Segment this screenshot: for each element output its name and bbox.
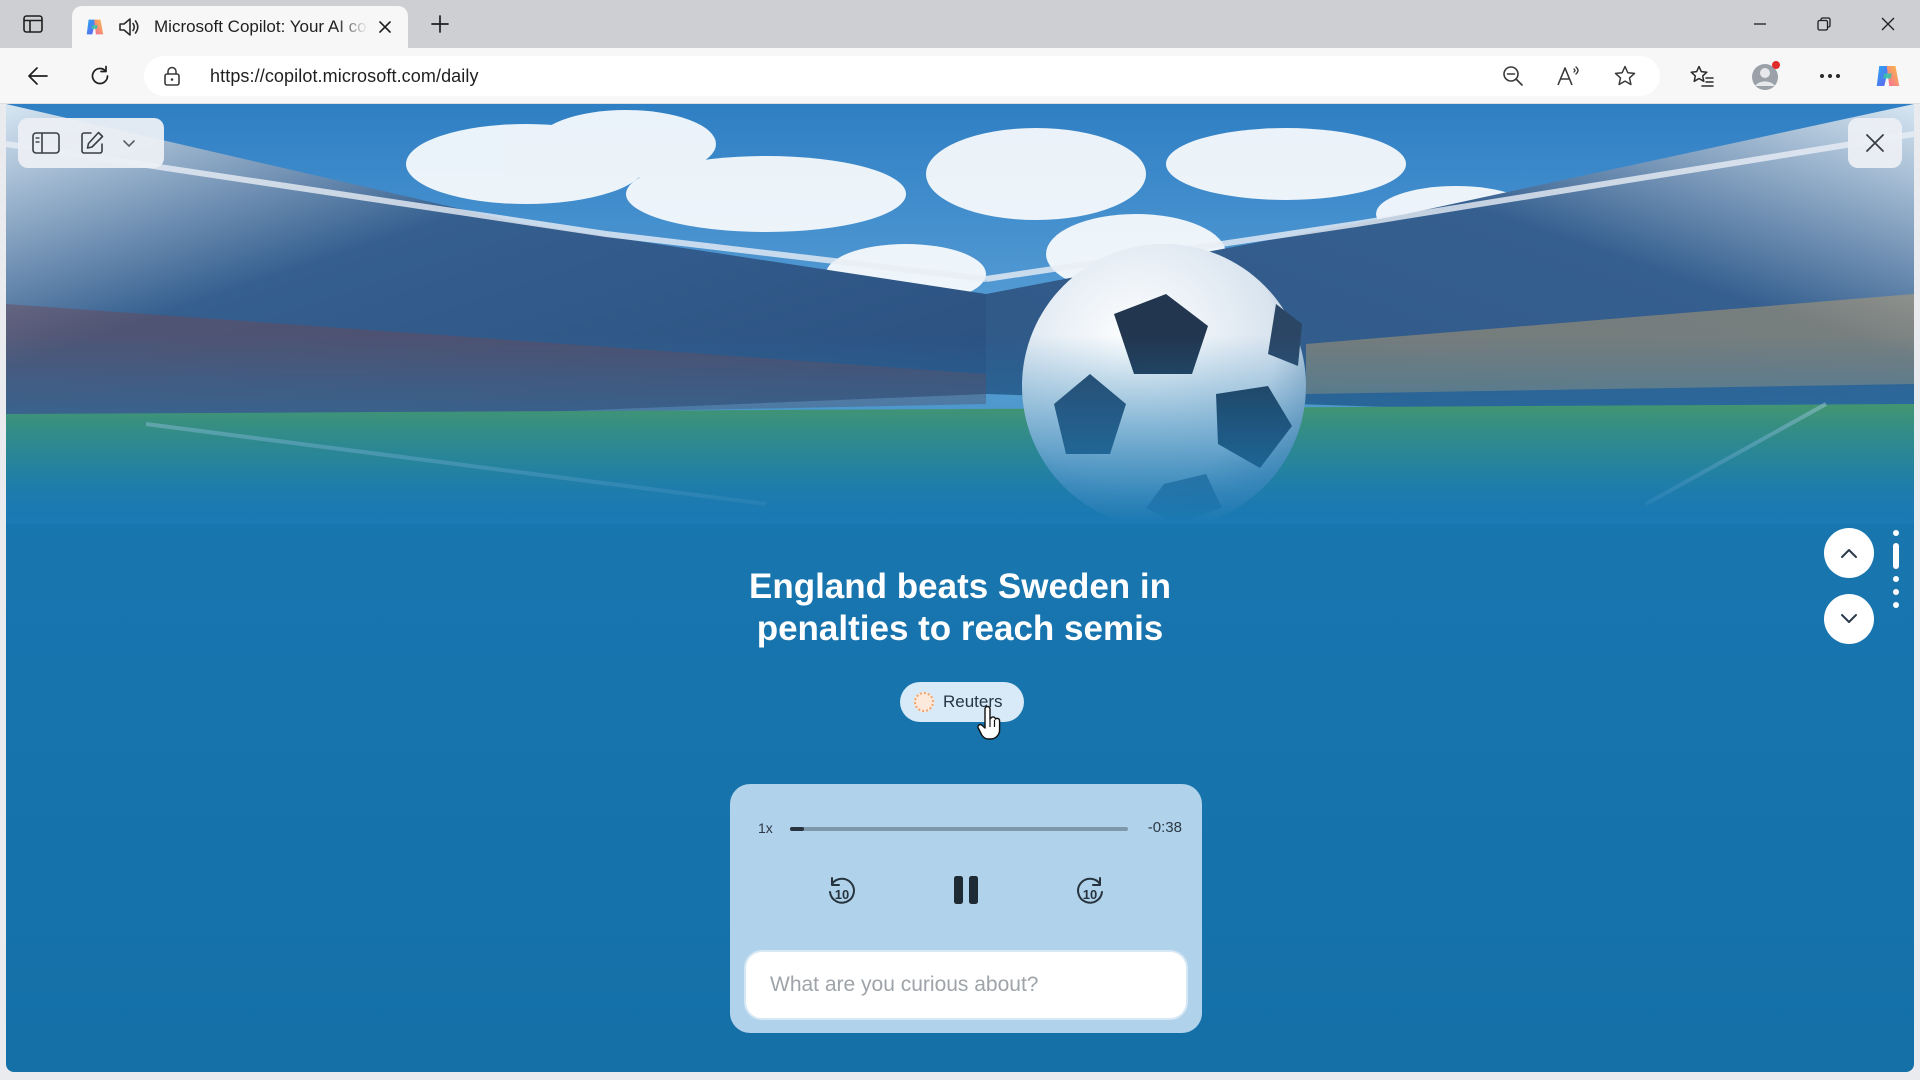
favorites-icon — [1690, 65, 1714, 87]
restore-icon — [1817, 17, 1831, 31]
story-progress-dots — [1892, 530, 1900, 615]
tab-close-button[interactable] — [372, 14, 398, 40]
page-tools — [18, 118, 164, 168]
story-dot-active[interactable] — [1893, 543, 1899, 569]
sidebar-toggle-button[interactable] — [26, 125, 66, 161]
zoom-out-icon — [1503, 66, 1523, 86]
back-button[interactable] — [18, 58, 58, 94]
tab-actions-icon — [23, 15, 43, 33]
close-icon — [1881, 17, 1895, 31]
window-close-button[interactable] — [1856, 0, 1920, 48]
new-tab-button[interactable] — [422, 8, 458, 40]
previous-story-button[interactable] — [1824, 528, 1874, 578]
close-daily-button[interactable] — [1848, 118, 1902, 168]
close-icon — [379, 21, 391, 33]
reuters-logo — [914, 692, 934, 712]
rewind-10-icon: 10 — [829, 877, 855, 904]
story-dot[interactable] — [1893, 602, 1899, 608]
read-aloud-icon — [1557, 66, 1579, 86]
forward-10-label: 10 — [1083, 887, 1097, 902]
progress-bar-fill — [790, 827, 804, 831]
minimize-icon — [1754, 23, 1766, 25]
hand-cursor-icon — [977, 705, 1001, 740]
back-arrow-icon — [28, 67, 48, 85]
refresh-button[interactable] — [80, 58, 120, 94]
browser-title-bar: Microsoft Copilot: Your AI companion — [0, 0, 1920, 48]
profile-icon — [1752, 61, 1780, 90]
forward-10-icon: 10 — [1077, 877, 1103, 904]
copilot-icon — [1876, 66, 1900, 86]
more-button[interactable] — [1810, 58, 1850, 94]
profile-button[interactable] — [1746, 58, 1786, 94]
favorites-button[interactable] — [1682, 58, 1722, 94]
restore-button[interactable] — [1792, 0, 1856, 48]
progress-bar[interactable] — [790, 827, 1128, 831]
tab-audio-button[interactable] — [116, 14, 142, 40]
new-chat-button[interactable] — [72, 125, 112, 161]
story-headline: England beats Sweden in penalties to rea… — [560, 566, 1360, 650]
story-dot[interactable] — [1893, 589, 1899, 595]
rewind-10-label: 10 — [835, 887, 849, 902]
tab-title: Microsoft Copilot: Your AI companion — [154, 17, 368, 36]
chevron-down-icon — [1841, 614, 1857, 623]
playback-speed-button[interactable]: 1x — [758, 820, 773, 836]
add-favorite-button[interactable] — [1610, 62, 1640, 90]
chevron-down-icon — [123, 140, 135, 147]
site-info-button[interactable] — [160, 64, 184, 88]
compose-icon — [81, 131, 104, 154]
active-tab[interactable]: Microsoft Copilot: Your AI companion — [72, 6, 408, 48]
time-remaining: -0:38 — [1147, 819, 1182, 836]
ask-input[interactable] — [746, 952, 1186, 1018]
copilot-button[interactable] — [1868, 58, 1908, 94]
refresh-icon — [91, 65, 109, 85]
star-icon — [1614, 65, 1636, 86]
chevron-up-icon — [1841, 549, 1857, 558]
window-bottom-edge — [0, 1072, 1920, 1080]
address-bar[interactable]: https://copilot.microsoft.com/daily — [144, 56, 1660, 96]
rewind-10-button[interactable]: 10 — [818, 866, 866, 914]
minimize-button[interactable] — [1728, 0, 1792, 48]
more-icon — [1820, 74, 1840, 78]
story-headline-line2: penalties to reach semis — [756, 609, 1164, 648]
browser-toolbar: https://copilot.microsoft.com/daily — [0, 48, 1920, 104]
tab-actions-button[interactable] — [14, 8, 52, 40]
zoom-button[interactable] — [1498, 62, 1528, 90]
story-dot[interactable] — [1893, 576, 1899, 582]
lock-icon — [164, 66, 180, 86]
story-dot[interactable] — [1893, 530, 1899, 536]
new-chat-menu-button[interactable] — [118, 125, 140, 161]
pause-icon — [954, 876, 978, 904]
read-aloud-button[interactable] — [1554, 62, 1584, 90]
forward-10-button[interactable]: 10 — [1066, 866, 1114, 914]
source-link[interactable]: Reuters — [900, 682, 1024, 722]
story-hero-image — [6, 104, 1914, 524]
plus-icon — [431, 15, 449, 33]
url-text: https://copilot.microsoft.com/daily — [210, 66, 479, 86]
next-story-button[interactable] — [1824, 594, 1874, 644]
story-headline-line1: England beats Sweden in — [748, 567, 1172, 606]
audio-player: 1x -0:38 10 10 — [730, 784, 1202, 1033]
copilot-icon — [86, 19, 104, 35]
speaker-icon — [119, 18, 139, 36]
pause-button[interactable] — [942, 866, 990, 914]
copilot-daily-page: England beats Sweden in penalties to rea… — [6, 104, 1914, 1072]
close-icon — [1866, 134, 1884, 152]
sidebar-icon — [32, 132, 60, 154]
